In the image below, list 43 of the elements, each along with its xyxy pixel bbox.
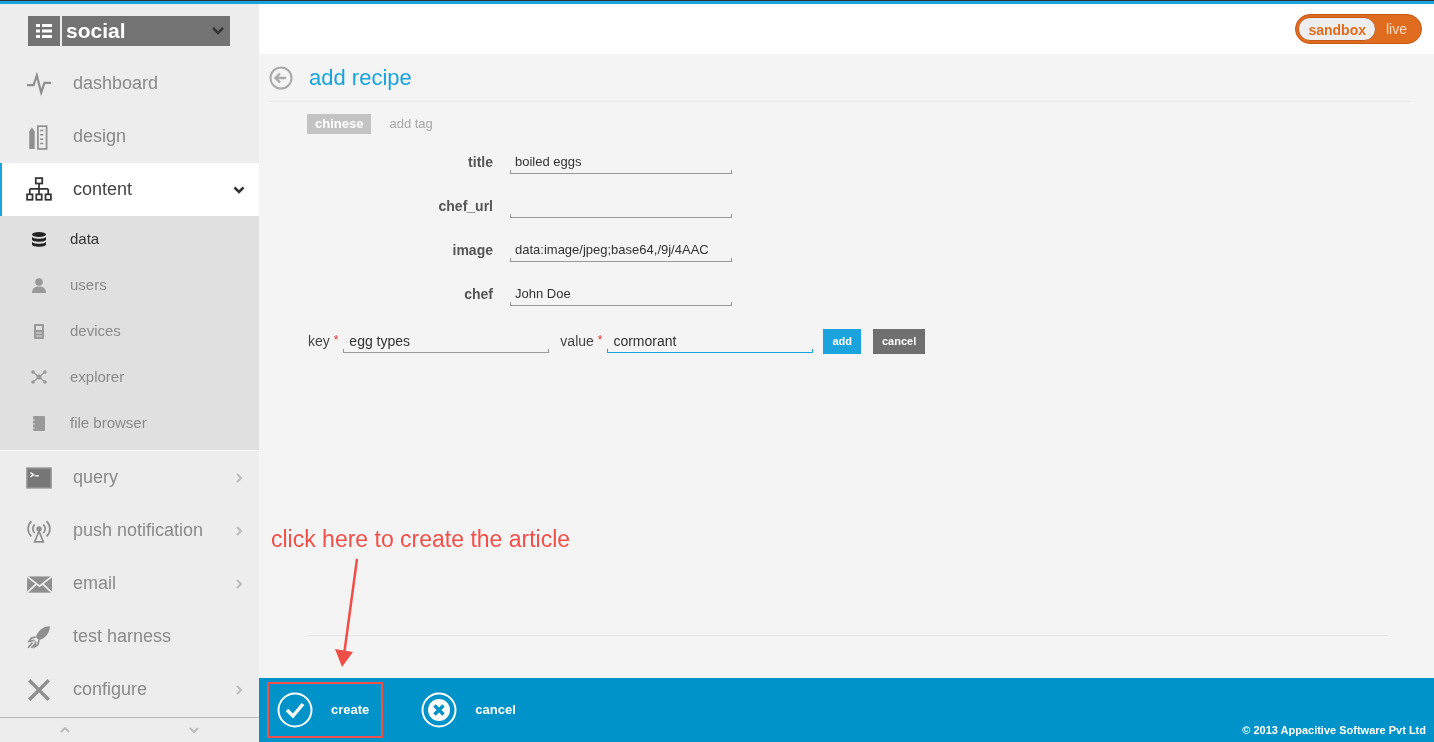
scroll-up-icon[interactable] — [59, 727, 70, 733]
field-label: chef — [463, 284, 494, 304]
close-icon — [421, 692, 458, 728]
sidebar-subitem[interactable]: explorer — [0, 354, 259, 400]
caret-icon — [212, 26, 224, 35]
required-marker: * — [597, 332, 603, 347]
key-label: key * — [308, 331, 339, 351]
check-circle-icon — [277, 692, 313, 728]
field-label: title — [467, 152, 494, 172]
sidebar-item[interactable]: content — [0, 163, 259, 216]
value-label: value * — [560, 331, 603, 351]
create-button[interactable]: create — [267, 682, 384, 738]
cancel-button[interactable]: cancel — [411, 682, 530, 738]
field-label: chef_url — [437, 196, 494, 216]
scroll-down-icon[interactable] — [189, 727, 200, 733]
app-name: social — [66, 17, 127, 44]
sidebar-subitem[interactable]: users — [0, 262, 259, 308]
network-icon — [31, 368, 47, 386]
tag-input[interactable]: add tag — [389, 114, 510, 134]
copyright-text: © 2013 Appacitive Software Pvt Ltd — [1242, 722, 1426, 738]
environment-option[interactable]: live — [1382, 18, 1411, 40]
tag: chinese — [307, 114, 372, 134]
terminal-icon — [26, 464, 52, 491]
database-icon — [31, 230, 47, 248]
environment-option[interactable]: sandbox — [1298, 17, 1376, 41]
environment-toggle[interactable]: sandbox live — [1295, 14, 1422, 44]
user-icon — [31, 276, 47, 294]
sidebar-subitem[interactable]: devices — [0, 308, 259, 354]
add-button[interactable]: add — [823, 328, 861, 354]
field-label: image — [451, 240, 494, 260]
hierarchy-icon — [26, 176, 52, 203]
page-title: add recipe — [309, 64, 412, 92]
pulse-icon — [26, 70, 52, 97]
required-marker: * — [333, 332, 339, 347]
list-icon — [35, 21, 53, 40]
sidebar-subitem[interactable]: data — [0, 216, 259, 262]
rocket-icon — [26, 623, 52, 650]
notebook-icon — [31, 414, 47, 432]
phone-icon — [31, 322, 47, 340]
app-selector[interactable]: social — [28, 15, 230, 46]
sidebar-subitem[interactable]: file browser — [0, 400, 259, 446]
cancel-button[interactable]: cancel — [872, 328, 926, 354]
annotation-text: click here to create the article — [271, 525, 571, 554]
